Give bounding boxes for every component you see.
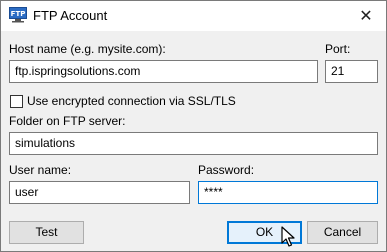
svg-text:FTP: FTP bbox=[11, 10, 26, 18]
port-label: Port: bbox=[325, 42, 351, 56]
host-name-input[interactable]: ftp.ispringsolutions.com bbox=[9, 60, 318, 83]
password-input[interactable]: **** bbox=[198, 181, 378, 204]
port-input[interactable]: 21 bbox=[325, 60, 378, 83]
mouse-pointer-icon bbox=[281, 226, 295, 247]
ftp-icon: FTP bbox=[9, 7, 27, 23]
window-title: FTP Account bbox=[33, 8, 108, 23]
cancel-button[interactable]: Cancel bbox=[307, 221, 378, 244]
host-name-label: Host name (e.g. mysite.com): bbox=[9, 42, 166, 56]
close-button[interactable]: ✕ bbox=[346, 1, 386, 31]
test-button[interactable]: Test bbox=[9, 221, 84, 244]
user-name-label: User name: bbox=[9, 163, 72, 177]
close-icon: ✕ bbox=[359, 8, 373, 25]
folder-input[interactable]: simulations bbox=[9, 132, 378, 155]
password-label: Password: bbox=[198, 163, 255, 177]
ssl-label[interactable]: Use encrypted connection via SSL/TLS bbox=[27, 94, 236, 108]
user-name-input[interactable]: user bbox=[9, 181, 190, 204]
ftp-account-dialog: FTP FTP Account ✕ Host name (e.g. mysite… bbox=[0, 0, 387, 252]
ssl-checkbox[interactable] bbox=[10, 95, 23, 108]
title-bar: FTP FTP Account ✕ bbox=[1, 1, 386, 31]
folder-label: Folder on FTP server: bbox=[9, 114, 126, 128]
